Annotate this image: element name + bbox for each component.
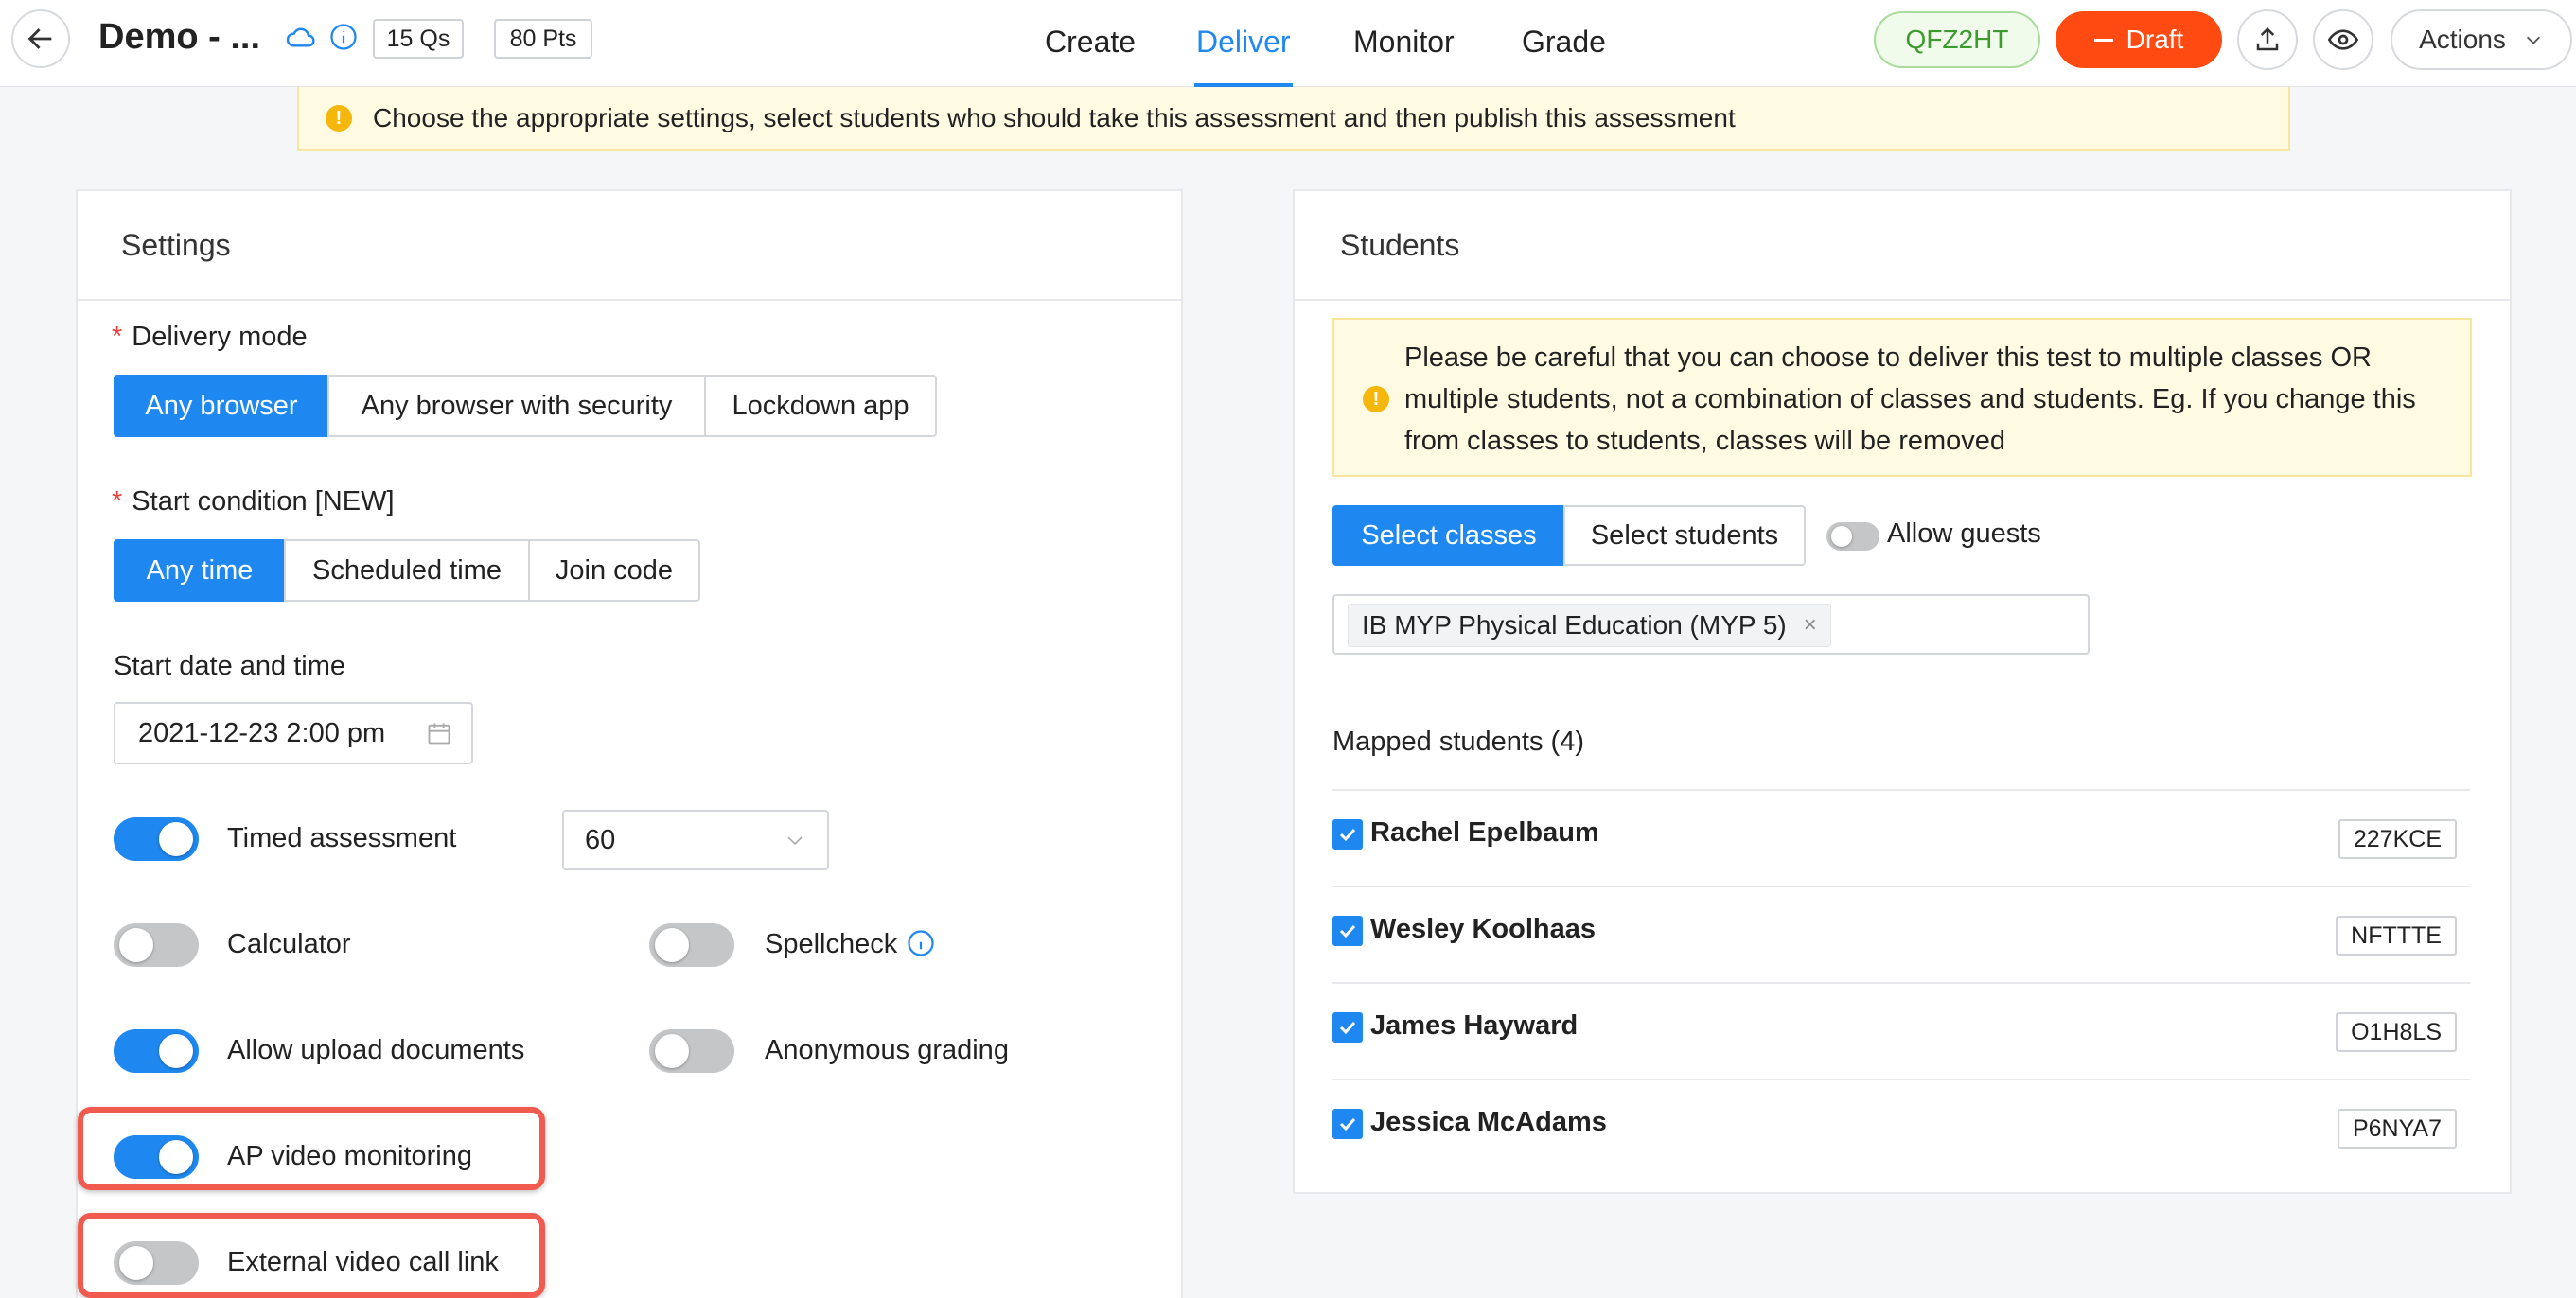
instructions-notice: ! Choose the appropriate settings, selec… [297,87,2290,151]
mapped-students-title: Mapped students (4) [1332,727,1584,757]
spellcheck-label: Spellcheck [765,929,898,959]
spellcheck-toggle[interactable] [649,923,734,967]
arrow-left-icon [27,28,52,49]
info-icon[interactable] [329,23,358,51]
allow-upload-label: Allow upload documents [227,1035,525,1065]
start-condition-label: * Start condition [NEW] [112,486,395,517]
anonymous-grading-toggle[interactable] [649,1029,734,1073]
anonymous-grading-label: Anonymous grading [765,1035,1009,1065]
check-icon [1339,1117,1356,1131]
top-bar: Demo - ... 15 Qs 80 Pts Create Deliver M… [0,0,2576,87]
ap-video-monitoring-label: AP video monitoring [227,1141,473,1171]
external-video-call-toggle[interactable] [114,1241,199,1285]
class-tag: IB MYP Physical Education (MYP 5) × [1348,604,1831,647]
draft-status-button[interactable]: Draft [2056,11,2222,68]
delivery-lockdown-app[interactable]: Lockdown app [704,375,937,437]
notice-text: Choose the appropriate settings, select … [373,103,1736,132]
class-tag-label: IB MYP Physical Education (MYP 5) [1362,610,1787,640]
timed-assessment-toggle[interactable] [114,817,199,861]
eye-icon [2328,29,2358,50]
share-button[interactable] [2237,9,2298,70]
student-selection-mode: Select classes Select students [1332,505,1806,566]
student-code: 227KCE [2338,819,2457,859]
start-date-input[interactable]: 2021-12-23 2:00 pm [114,702,473,764]
back-button[interactable] [11,9,70,68]
tab-grade[interactable]: Grade [1522,25,1606,60]
start-join-code[interactable]: Join code [528,539,700,602]
delivery-mode-label: * Delivery mode [112,322,308,352]
delivery-secure-browser[interactable]: Any browser with security [327,375,706,437]
student-checkbox[interactable] [1332,1012,1363,1043]
student-checkbox[interactable] [1332,1109,1363,1139]
assessment-title: Demo - ... [98,17,261,57]
minus-icon [2093,38,2113,42]
chevron-down-icon [2526,36,2540,44]
delivery-warning-text: Please be careful that you can choose to… [1404,342,2416,456]
ap-video-monitoring-toggle[interactable] [114,1135,199,1179]
settings-title: Settings [78,191,1181,301]
close-icon[interactable]: × [1804,612,1817,639]
student-checkbox[interactable] [1332,916,1363,946]
external-video-call-label: External video call link [227,1247,499,1277]
student-row: Wesley Koolhaas NFTTTE [1332,886,2470,982]
start-date-label: Start date and time [114,651,346,681]
time-limit-select[interactable]: 60 [562,810,829,870]
select-classes-button[interactable]: Select classes [1332,505,1565,566]
check-icon [1339,828,1356,842]
student-row: Jessica McAdams P6NYA7 [1332,1079,2470,1175]
calculator-toggle[interactable] [114,923,199,967]
calendar-icon [428,723,450,745]
delivery-warning: ! Please be careful that you can choose … [1332,318,2472,477]
start-any-time[interactable]: Any time [114,539,286,602]
join-code-badge[interactable]: QFZ2HT [1874,11,2040,68]
student-row: James Hayward O1H8LS [1332,982,2470,1079]
tab-deliver[interactable]: Deliver [1196,25,1291,60]
start-scheduled-time[interactable]: Scheduled time [284,539,530,602]
student-name: Rachel Epelbaum [1370,817,1599,848]
actions-dropdown[interactable]: Actions [2391,9,2572,70]
tab-monitor[interactable]: Monitor [1353,25,1455,60]
class-select-input[interactable]: IB MYP Physical Education (MYP 5) × [1332,594,2090,655]
check-icon [1339,924,1356,938]
info-icon[interactable] [907,929,935,957]
preview-button[interactable] [2313,9,2373,70]
delivery-mode-selector: Any browser Any browser with security Lo… [114,375,937,437]
points-chip: 80 Pts [494,19,592,59]
student-name: Wesley Koolhaas [1370,914,1597,944]
warning-icon: ! [1363,386,1389,412]
start-date-value: 2021-12-23 2:00 pm [138,717,386,748]
student-name: Jessica McAdams [1370,1107,1607,1137]
student-code: NFTTTE [2336,916,2457,956]
student-code: O1H8LS [2336,1012,2457,1052]
student-row: Rachel Epelbaum 227KCE [1332,789,2470,886]
tab-create[interactable]: Create [1045,25,1136,60]
actions-label: Actions [2419,25,2506,54]
start-condition-selector: Any time Scheduled time Join code [114,539,700,602]
student-name: James Hayward [1370,1010,1579,1041]
calculator-label: Calculator [227,929,351,959]
delivery-any-browser[interactable]: Any browser [114,375,329,437]
students-title: Students [1295,191,2510,301]
timed-assessment-label: Timed assessment [227,823,457,853]
check-icon [1339,1021,1356,1035]
student-code: P6NYA7 [2337,1109,2457,1149]
draft-label: Draft [2126,25,2184,54]
cloud-icon [286,27,315,47]
warning-icon: ! [326,105,352,132]
allow-guests-label: Allow guests [1887,518,2041,549]
question-count-chip: 15 Qs [373,19,464,59]
select-students-button[interactable]: Select students [1563,505,1806,566]
allow-guests-toggle[interactable] [1826,522,1879,551]
allow-upload-toggle[interactable] [114,1029,199,1073]
student-checkbox[interactable] [1332,819,1363,850]
upload-icon [2256,26,2279,51]
time-limit-value: 60 [585,824,616,855]
chevron-down-icon [787,836,803,846]
